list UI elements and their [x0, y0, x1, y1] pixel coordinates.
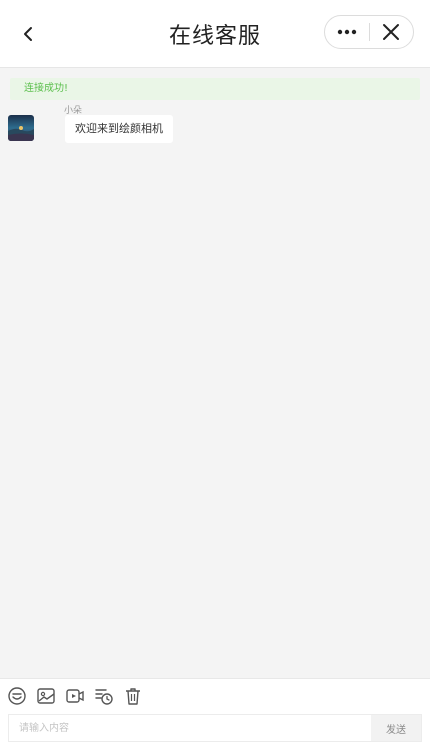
message-input-row: 发送: [8, 714, 422, 742]
avatar[interactable]: [8, 115, 34, 141]
message-bubble: 欢迎来到绘颜相机: [65, 115, 173, 143]
trash-icon: [126, 688, 140, 705]
send-button[interactable]: 发送: [371, 715, 421, 741]
input-toolbar: 发送: [0, 678, 430, 750]
close-icon: [383, 24, 400, 40]
video-button[interactable]: [64, 685, 86, 707]
video-icon: [66, 689, 84, 703]
header-bar: 在线客服: [0, 0, 430, 68]
avatar-image: [8, 115, 34, 141]
history-icon: [95, 689, 113, 705]
more-button[interactable]: [325, 16, 369, 48]
image-icon: [37, 688, 55, 704]
emoji-button[interactable]: [6, 685, 28, 707]
history-button[interactable]: [93, 685, 115, 707]
trash-button[interactable]: [122, 685, 144, 707]
tool-icons: [6, 685, 151, 707]
message-input[interactable]: [9, 715, 371, 741]
connection-notice: 连接成功!: [10, 78, 420, 100]
close-button[interactable]: [369, 16, 413, 48]
chat-area[interactable]: 连接成功! 小朵 欢迎来到绘颜相机: [0, 68, 430, 678]
image-button[interactable]: [35, 685, 57, 707]
capsule-menu: [324, 15, 414, 49]
more-dots-icon: [337, 29, 356, 35]
emoji-icon: [8, 687, 26, 705]
